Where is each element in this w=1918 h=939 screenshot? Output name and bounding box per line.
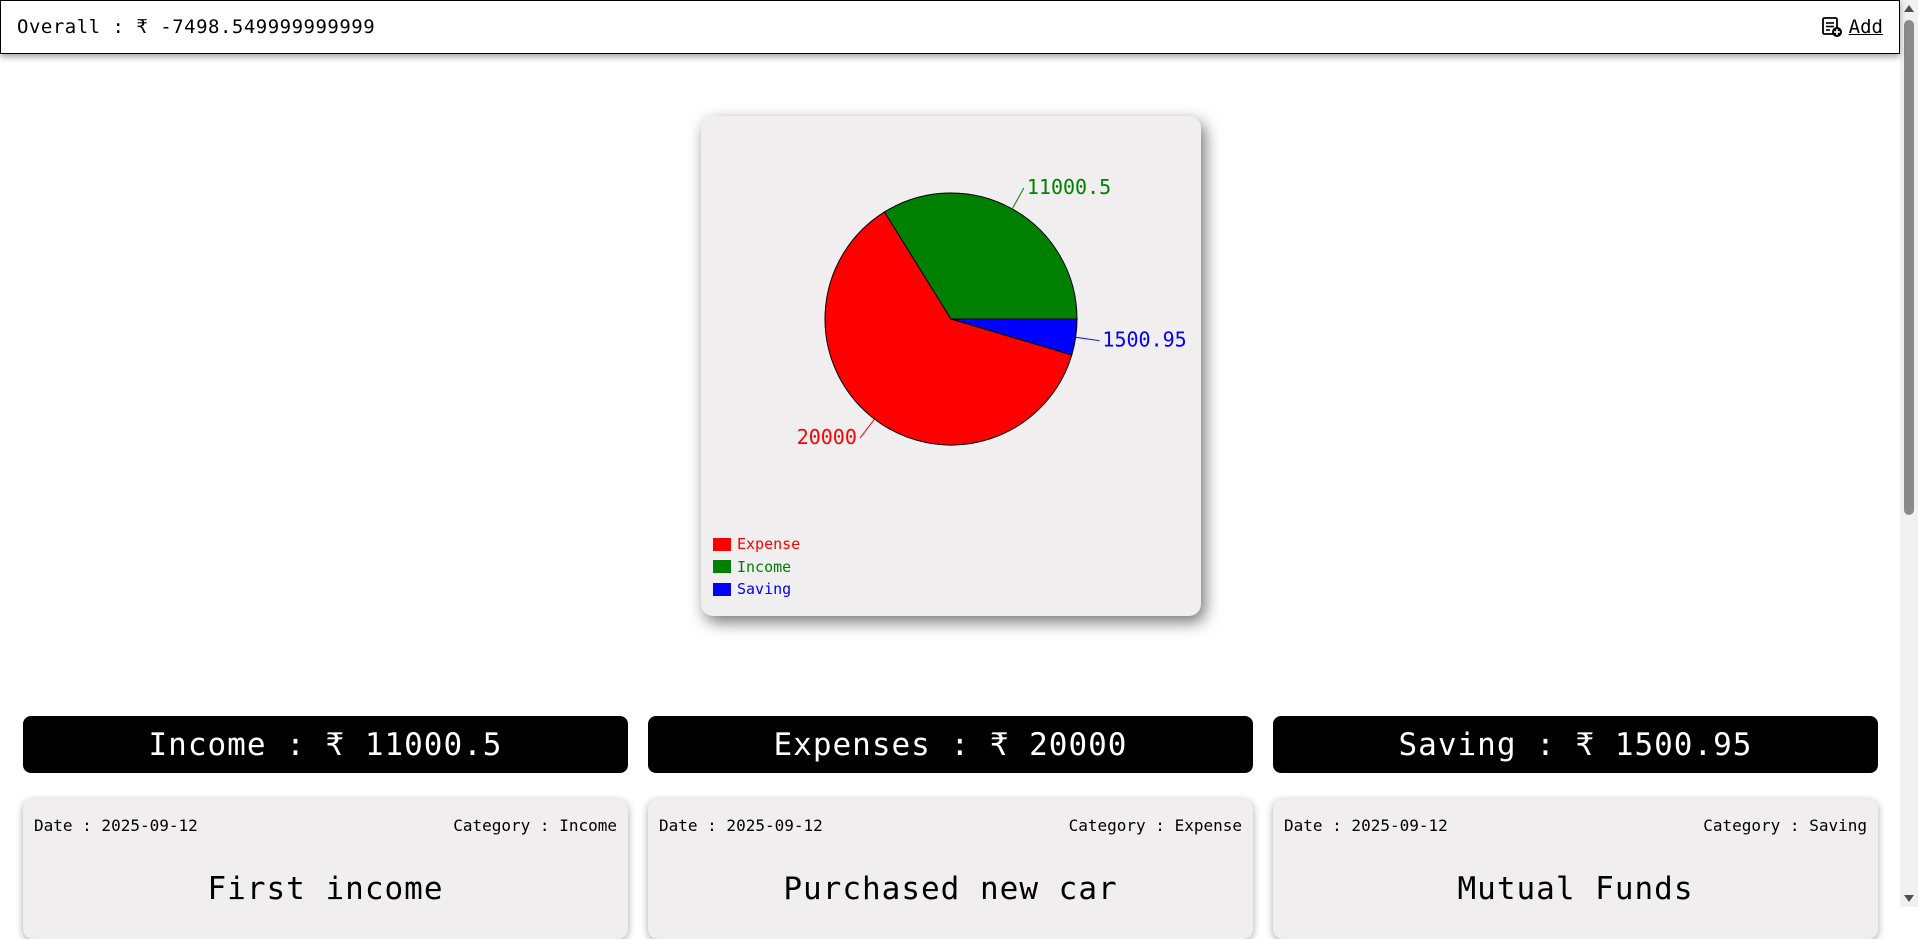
top-bar: Overall : ₹ -7498.549999999999 Add xyxy=(0,0,1900,54)
chart-card: 1500.95 20000 11000.5 Expense Income Saving xyxy=(701,116,1201,616)
legend-label: Expense xyxy=(737,535,801,554)
add-button[interactable]: Add xyxy=(1821,16,1883,38)
entry-card[interactable]: Date : 2025-09-12 Category : Income Firs… xyxy=(23,799,628,939)
entry-date: Date : 2025-09-12 xyxy=(34,816,198,835)
legend-item-income: Income xyxy=(713,556,800,579)
entry-title: Mutual Funds xyxy=(1457,871,1694,907)
add-entry-icon xyxy=(1821,16,1843,38)
saving-summary: Saving : ₹ 1500.95 xyxy=(1273,716,1878,773)
entry-category: Category : Expense xyxy=(1068,816,1242,835)
add-label: Add xyxy=(1848,16,1883,38)
pie-label-expense: 20000 xyxy=(797,425,857,449)
chart-legend: Expense Income Saving xyxy=(713,533,800,601)
entry-meta: Date : 2025-09-12 Category : Income xyxy=(34,816,617,835)
entry-category: Category : Saving xyxy=(1703,816,1867,835)
pie-label-line-expense xyxy=(859,418,875,439)
legend-label: Income xyxy=(737,557,792,576)
entry-title: First income xyxy=(207,871,444,907)
scrollbar-thumb[interactable] xyxy=(1904,20,1914,515)
saving-summary-label: Saving : ₹ 1500.95 xyxy=(1398,726,1753,763)
entry-meta: Date : 2025-09-12 Category : Saving xyxy=(1284,816,1867,835)
income-summary: Income : ₹ 11000.5 xyxy=(23,716,628,773)
entry-meta: Date : 2025-09-12 Category : Expense xyxy=(659,816,1242,835)
legend-swatch xyxy=(713,582,731,596)
income-summary-label: Income : ₹ 11000.5 xyxy=(148,726,503,763)
scroll-down-arrow-icon[interactable] xyxy=(1904,895,1914,902)
expenses-summary-label: Expenses : ₹ 20000 xyxy=(773,726,1128,763)
entry-card[interactable]: Date : 2025-09-12 Category : Expense Pur… xyxy=(648,799,1253,939)
entry-date: Date : 2025-09-12 xyxy=(659,816,823,835)
page-scrollbar[interactable] xyxy=(1900,0,1918,907)
legend-label: Saving xyxy=(737,580,792,599)
pie-label-saving: 1500.95 xyxy=(1102,328,1186,352)
legend-item-expense: Expense xyxy=(713,533,800,556)
pie-label-line-income xyxy=(1011,187,1025,210)
legend-item-saving: Saving xyxy=(713,578,800,601)
legend-swatch xyxy=(713,537,731,551)
scroll-up-arrow-icon[interactable] xyxy=(1904,5,1914,12)
pie-chart: 1500.95 20000 11000.5 xyxy=(797,175,1187,449)
legend-swatch xyxy=(713,560,731,574)
expenses-summary: Expenses : ₹ 20000 xyxy=(648,716,1253,773)
entry-date: Date : 2025-09-12 xyxy=(1284,816,1448,835)
entry-title: Purchased new car xyxy=(783,871,1118,907)
pie-label-income: 11000.5 xyxy=(1027,175,1111,199)
entry-category: Category : Income xyxy=(453,816,617,835)
overall-total: Overall : ₹ -7498.549999999999 xyxy=(17,16,376,38)
entry-card[interactable]: Date : 2025-09-12 Category : Saving Mutu… xyxy=(1273,799,1878,939)
pie-label-line-saving xyxy=(1075,336,1100,342)
